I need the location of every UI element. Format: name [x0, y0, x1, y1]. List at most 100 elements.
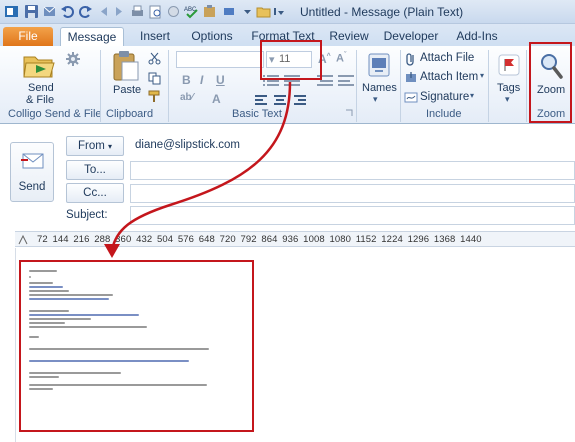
- tab-developer[interactable]: Developer: [378, 27, 444, 46]
- paste-label[interactable]: Paste: [113, 84, 141, 96]
- redo-icon[interactable]: [78, 4, 93, 19]
- subject-field[interactable]: [130, 206, 575, 225]
- attach-file-button[interactable]: Attach File: [420, 52, 474, 64]
- tab-insert[interactable]: Insert: [130, 27, 180, 46]
- undo-icon[interactable]: [60, 4, 75, 19]
- names-label[interactable]: Names: [362, 82, 397, 94]
- separator: [356, 50, 357, 122]
- from-label: From: [77, 140, 105, 152]
- text-line: [29, 290, 69, 292]
- spelling-icon[interactable]: ABC: [184, 4, 199, 19]
- save-icon[interactable]: [24, 4, 39, 19]
- paperclip-icon[interactable]: [404, 52, 418, 66]
- text-line: [29, 348, 209, 350]
- separator: [168, 50, 169, 122]
- text-line: [29, 314, 139, 316]
- separator: [488, 50, 489, 122]
- font-name-combo[interactable]: [176, 51, 264, 68]
- tags-dropdown-icon[interactable]: ▾: [505, 93, 510, 105]
- separator: [100, 50, 101, 122]
- tab-add-ins[interactable]: Add-Ins: [448, 27, 506, 46]
- flag-icon[interactable]: [498, 54, 520, 76]
- shrink-font-icon[interactable]: Aˇ: [336, 52, 346, 65]
- text-line: [29, 282, 53, 284]
- window-title: Untitled - Message (Plain Text): [300, 5, 464, 19]
- outlook-message-window: ABC Untitled - Message (Plain Text) File…: [0, 0, 575, 442]
- group-basic-text: Basic Text: [232, 108, 282, 120]
- bold-icon[interactable]: B: [182, 73, 191, 87]
- signature-button[interactable]: Signature: [420, 91, 469, 103]
- send-button[interactable]: Send: [10, 142, 54, 202]
- text-line: [29, 388, 53, 390]
- send-file-icon[interactable]: [22, 51, 56, 79]
- dropdown-arrow-icon: ▾: [108, 142, 113, 151]
- outlook-app-icon[interactable]: [4, 4, 19, 19]
- font-color-icon[interactable]: A: [212, 92, 221, 106]
- message-header: Send From ▾ diane@slipstick.com To... Cc…: [0, 125, 575, 228]
- previous-item-icon[interactable]: [96, 4, 111, 19]
- ruler-ticks: 72 144 216 288 360 432 504 576 648 720 7…: [37, 234, 482, 245]
- paste-special-icon[interactable]: [202, 4, 217, 19]
- folder-icon[interactable]: [256, 4, 271, 19]
- font-size-highlight: [260, 40, 322, 80]
- align-icons[interactable]: [254, 94, 314, 106]
- attach-item-button[interactable]: Attach Item: [420, 71, 478, 83]
- text-line: [29, 286, 63, 288]
- send-receive-icon[interactable]: [42, 4, 57, 19]
- tab-options[interactable]: Options: [184, 27, 240, 46]
- tab-stop-icon[interactable]: [18, 234, 28, 246]
- from-address: diane@slipstick.com: [135, 139, 240, 151]
- text-line: [29, 294, 113, 296]
- tab-message[interactable]: Message: [60, 27, 124, 46]
- next-item-icon[interactable]: [112, 4, 127, 19]
- attach-item-dropdown-icon[interactable]: ▾: [480, 71, 484, 80]
- names-dropdown-icon[interactable]: ▾: [373, 93, 378, 105]
- customize-qat-icon[interactable]: [272, 4, 287, 19]
- gear-icon[interactable]: [66, 52, 80, 66]
- text-line: [29, 326, 147, 328]
- format-painter-icon[interactable]: [148, 90, 161, 103]
- cut-icon[interactable]: [148, 52, 161, 65]
- tab-review[interactable]: Review: [324, 27, 374, 46]
- title-bar: ABC Untitled - Message (Plain Text): [0, 0, 575, 24]
- text-line: [29, 322, 65, 324]
- text-line: [29, 360, 189, 362]
- dialog-launcher-icon[interactable]: [345, 109, 353, 117]
- send-envelope-icon: [21, 153, 44, 169]
- indent-icon[interactable]: [316, 74, 356, 87]
- text-line: [29, 310, 69, 312]
- text-line: [29, 384, 207, 386]
- to-field[interactable]: [130, 161, 575, 180]
- options-icon[interactable]: [222, 4, 237, 19]
- address-book-icon[interactable]: [366, 52, 392, 78]
- tab-file[interactable]: File: [3, 27, 53, 46]
- signature-icon[interactable]: [404, 90, 418, 104]
- cc-button[interactable]: Cc...: [66, 183, 124, 203]
- signature-dropdown-icon[interactable]: ▾: [470, 91, 474, 100]
- group-colligo: Colligo Send & File: [8, 108, 102, 120]
- attach-item-icon[interactable]: [404, 70, 418, 84]
- copy-icon[interactable]: [148, 72, 161, 85]
- ruler: 72 144 216 288 360 432 504 576 648 720 7…: [15, 231, 575, 247]
- zoom-highlight: [529, 42, 572, 123]
- from-button[interactable]: From ▾: [66, 136, 124, 156]
- separator: [400, 50, 401, 122]
- paste-icon[interactable]: [112, 50, 140, 82]
- underline-icon[interactable]: U: [216, 73, 225, 87]
- dropdown-arrow-icon[interactable]: [240, 4, 255, 19]
- highlight-icon[interactable]: ab⁄: [180, 92, 193, 103]
- text-line: [29, 318, 91, 320]
- subject-label: Subject:: [66, 209, 108, 221]
- to-button[interactable]: To...: [66, 160, 124, 180]
- send-file-label-1: Send: [28, 82, 54, 94]
- text-line: [29, 298, 109, 300]
- text-line: [29, 336, 39, 338]
- cc-field[interactable]: [130, 184, 575, 203]
- zoomed-message-preview: [19, 260, 254, 432]
- group-include: Include: [426, 108, 462, 120]
- italic-icon[interactable]: I: [200, 73, 203, 87]
- text-line: [29, 372, 121, 374]
- categorize-icon[interactable]: [166, 4, 181, 19]
- print-icon[interactable]: [130, 4, 145, 19]
- print-preview-icon[interactable]: [148, 4, 163, 19]
